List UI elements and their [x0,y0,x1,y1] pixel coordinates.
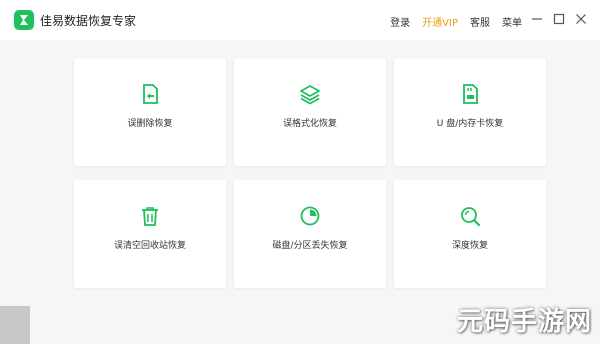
card-label: 误删除恢复 [127,119,173,129]
card-partition-recovery[interactable]: 磁盘/分区丢失恢复 [234,180,386,288]
trash-icon [138,204,162,228]
login-link[interactable]: 登录 [390,14,410,29]
layers-icon [298,82,322,106]
app-title: 佳易数据恢复专家 [40,14,137,28]
app-logo-icon [14,10,34,30]
title-bar: 佳易数据恢复专家 登录 开通VIP 客服 菜单 [0,0,600,40]
card-deep-recovery[interactable]: 深度恢复 [394,180,546,288]
card-recycle-bin-recovery[interactable]: 误清空回收站恢复 [74,180,226,288]
card-format-recovery[interactable]: 误格式化恢复 [234,58,386,166]
sd-card-icon [458,82,482,106]
close-icon[interactable] [572,10,590,28]
top-links: 登录 开通VIP 客服 菜单 [390,14,522,29]
card-label: 误清空回收站恢复 [113,241,186,251]
card-deleted-recovery[interactable]: 误删除恢复 [74,58,226,166]
card-usb-sd-recovery[interactable]: U 盘/内存卡恢复 [394,58,546,166]
taskbar-edge [0,306,30,344]
watermark: 元码手游网 [456,307,592,337]
card-label: U 盘/内存卡恢复 [436,119,504,129]
menu-link[interactable]: 菜单 [502,14,522,29]
maximize-icon[interactable] [550,10,568,28]
card-label: 误格式化恢复 [282,119,337,129]
vip-link[interactable]: 开通VIP [422,14,458,29]
card-label: 磁盘/分区丢失恢复 [272,241,348,251]
deep-search-icon [458,204,482,228]
card-label: 深度恢复 [451,241,488,251]
support-link[interactable]: 客服 [470,14,490,29]
file-restore-icon [138,82,162,106]
partition-pie-icon [298,204,322,228]
minimize-icon[interactable] [528,10,546,28]
